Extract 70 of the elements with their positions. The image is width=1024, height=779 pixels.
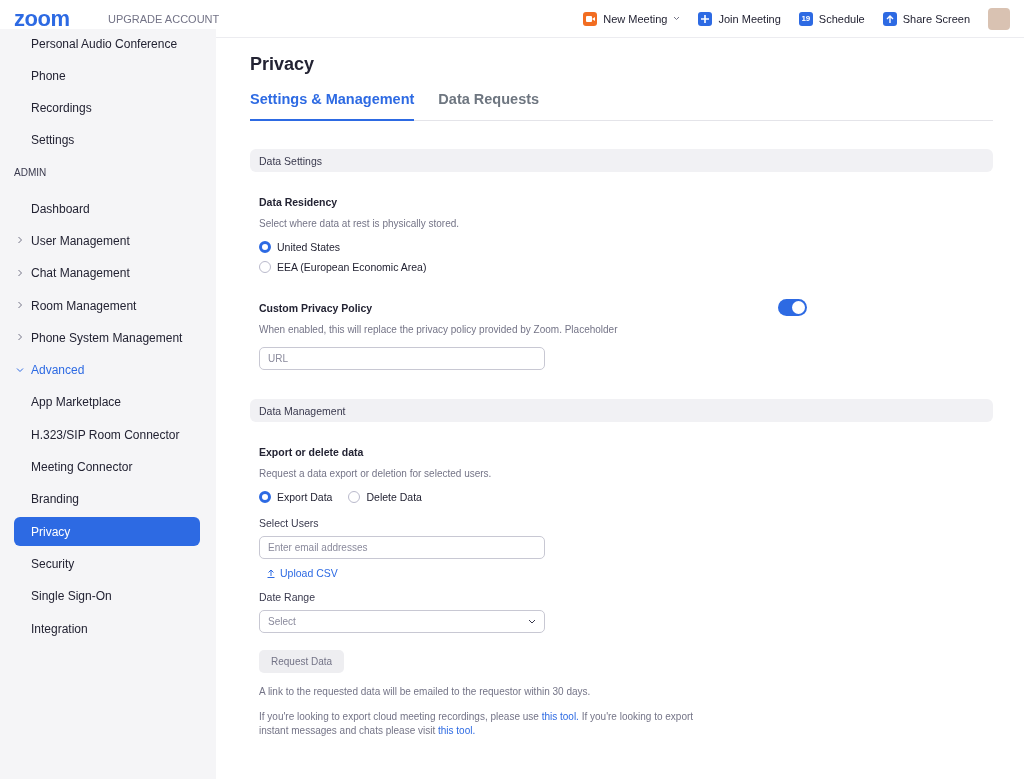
- sidebar-group[interactable]: Chat Management: [14, 258, 200, 288]
- sidebar-item[interactable]: Settings: [14, 125, 200, 155]
- header-action[interactable]: Share Screen: [882, 11, 970, 26]
- chevron-icon: [16, 268, 24, 277]
- upgrade-account-link[interactable]: UPGRADE ACCOUNT: [108, 12, 220, 25]
- radio-label: Export Data: [277, 491, 333, 503]
- page-title: Privacy: [250, 54, 316, 75]
- header-action[interactable]: Join Meeting: [698, 11, 781, 26]
- section-header: Data Management: [250, 399, 993, 422]
- sidebar-item[interactable]: Integration: [14, 614, 200, 644]
- tool-link[interactable]: this tool.: [438, 725, 476, 736]
- tool-link[interactable]: this tool.: [541, 711, 579, 722]
- sidebar-section-heading: ADMIN: [14, 165, 48, 180]
- sidebar-item[interactable]: Recordings: [14, 93, 200, 123]
- tab[interactable]: Data Requests: [438, 85, 540, 121]
- radio-button[interactable]: [259, 491, 271, 503]
- section-header: Data Settings: [250, 149, 993, 172]
- info-text: If you're looking to export cloud meeting recordings, please use this tool. If you're looking to export instant messages and chats please visit this tool.: [259, 710, 695, 738]
- logo[interactable]: zoom: [14, 5, 108, 32]
- info-text: A link to the requested data will be emailed to the requestor within 30 days.: [259, 685, 592, 699]
- chevron-icon: [16, 301, 24, 310]
- header-action[interactable]: 19 Schedule: [798, 11, 865, 26]
- tab[interactable]: Settings & Management: [250, 85, 415, 121]
- date-range-dropdown[interactable]: Select: [259, 610, 545, 633]
- chevron-icon: [16, 365, 24, 374]
- radio-label: Delete Data: [366, 491, 422, 503]
- setting-description: Select where data at rest is physically stored.: [259, 218, 461, 229]
- calendar-icon: 19: [798, 11, 813, 26]
- sidebar-item[interactable]: Security: [14, 549, 200, 579]
- sidebar-item[interactable]: Phone: [14, 61, 200, 91]
- sidebar-group[interactable]: User Management: [14, 226, 200, 256]
- setting-title: Custom Privacy Policy: [259, 301, 373, 314]
- action-label: Schedule: [818, 12, 865, 25]
- toggle-switch[interactable]: [778, 299, 807, 316]
- sidebar-item[interactable]: Single Sign-On: [14, 581, 200, 611]
- sidebar-item[interactable]: Branding: [14, 484, 200, 514]
- sidebar-group[interactable]: Phone System Management: [14, 323, 200, 353]
- sidebar-group[interactable]: Advanced: [14, 355, 200, 385]
- video-camera-icon: [583, 11, 598, 26]
- action-label: Join Meeting: [718, 12, 781, 25]
- sidebar-item[interactable]: Privacy: [14, 517, 200, 547]
- email-input-field[interactable]: Enter email addresses: [259, 536, 545, 559]
- radio-button[interactable]: [348, 491, 361, 503]
- setting-title: Data Residency: [259, 196, 339, 208]
- setting-description: Request a data export or deletion for selected users.: [259, 468, 493, 479]
- setting-title: Export or delete data: [259, 446, 365, 458]
- sidebar-group[interactable]: Room Management: [14, 291, 200, 321]
- action-label: New Meeting: [603, 12, 668, 25]
- sidebar-item[interactable]: Meeting Connector: [14, 452, 200, 482]
- field-label: Select Users: [259, 517, 320, 529]
- sidebar-item[interactable]: Personal Audio Conference: [14, 29, 200, 58]
- plus-icon: [698, 11, 713, 26]
- upload-csv-link[interactable]: Upload CSV: [267, 567, 338, 579]
- request-data-button[interactable]: Request Data: [259, 650, 345, 673]
- action-label: Share Screen: [902, 12, 970, 25]
- url-input-field[interactable]: URL: [259, 347, 545, 370]
- upload-icon: [267, 568, 275, 578]
- sidebar-item[interactable]: H.323/SIP Room Connector: [14, 420, 200, 450]
- radio-label: United States: [277, 241, 341, 253]
- radio-label: EEA (European Economic Area): [277, 261, 427, 273]
- header-action[interactable]: New Meeting: [583, 11, 681, 26]
- chevron-icon: [16, 236, 24, 245]
- radio-button[interactable]: [259, 261, 271, 273]
- caret-icon: [528, 619, 536, 624]
- radio-button[interactable]: [259, 241, 271, 253]
- sidebar-item[interactable]: Dashboard: [14, 194, 200, 224]
- setting-description: When enabled, this will replace the privacy policy provided by Zoom. Placeholder: [259, 324, 619, 335]
- field-label: Date Range: [259, 591, 317, 603]
- sidebar-item[interactable]: App Marketplace: [14, 387, 200, 417]
- chevron-icon: [16, 333, 24, 342]
